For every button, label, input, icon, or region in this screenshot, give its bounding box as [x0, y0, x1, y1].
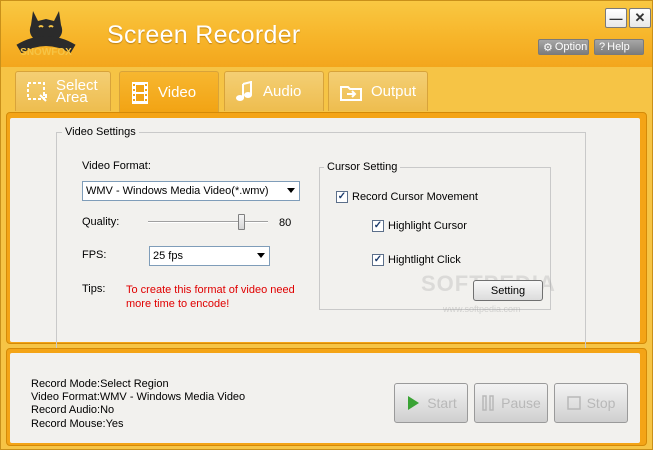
highlight-cursor-checkbox[interactable]: ✓ Highlight Cursor	[372, 220, 467, 232]
tab-video-label: Video	[158, 84, 197, 101]
option-label: Option	[554, 41, 588, 53]
start-label: Start	[427, 395, 457, 411]
tab-audio-label: Audio	[263, 83, 302, 100]
record-cursor-label: Record Cursor Movement	[352, 191, 478, 203]
chevron-down-icon	[287, 188, 295, 193]
play-icon	[408, 396, 420, 410]
minimize-icon: —	[609, 10, 623, 26]
status-record-mode: Record Mode:Select Region	[31, 378, 169, 390]
status-record-mouse: Record Mouse:Yes	[31, 417, 124, 430]
snowfox-logo: SNOWFOX	[16, 11, 76, 58]
option-button[interactable]: ⚙ Option	[538, 39, 589, 55]
app-window: SNOWFOX Screen Recorder — ✕ ⚙ Option ? H…	[0, 0, 653, 450]
cursor-setting-title: Cursor Setting	[324, 161, 401, 173]
question-icon: ?	[599, 41, 606, 53]
chevron-down-icon	[257, 253, 265, 258]
fps-label: FPS:	[82, 249, 107, 261]
tab-output[interactable]: Output	[328, 71, 428, 111]
output-folder-icon	[340, 85, 362, 101]
start-button[interactable]: Start	[394, 383, 468, 423]
quality-slider[interactable]	[148, 221, 268, 223]
minimize-button[interactable]: —	[605, 8, 627, 28]
stop-button[interactable]: Stop	[554, 383, 628, 423]
softpedia-watermark-url: www.softpedia.com	[443, 304, 521, 314]
svg-text:SNOWFOX: SNOWFOX	[20, 47, 72, 58]
tab-audio[interactable]: Audio	[224, 71, 324, 111]
music-note-icon	[236, 80, 252, 101]
fps-value: 25 fps	[153, 250, 183, 262]
pause-button[interactable]: Pause	[474, 383, 548, 423]
status-record-audio: Record Audio:No	[31, 404, 115, 417]
title-bar[interactable]: SNOWFOX Screen Recorder — ✕ ⚙ Option ? H…	[1, 1, 652, 67]
video-settings-title: Video Settings	[62, 126, 139, 138]
highlight-click-checkbox[interactable]: ✓ Hightlight Click	[372, 254, 461, 266]
select-area-icon	[27, 81, 47, 102]
highlight-click-label: Hightlight Click	[388, 254, 461, 266]
video-format-label: Video Format:	[82, 160, 151, 172]
tips-label: Tips:	[82, 283, 106, 295]
tab-video[interactable]: Video	[119, 71, 219, 113]
record-cursor-checkbox[interactable]: ✓ Record Cursor Movement	[336, 191, 478, 203]
cursor-setting-button[interactable]: Setting	[473, 280, 543, 301]
quality-value: 80	[279, 217, 292, 229]
tab-output-label: Output	[371, 83, 417, 100]
pause-icon	[482, 395, 494, 411]
video-format-select[interactable]: WMV - Windows Media Video(*.wmv)	[82, 181, 300, 201]
stop-icon	[566, 396, 581, 410]
help-label: Help	[607, 41, 630, 53]
status-video-format: Video Format:WMV - Windows Media Video	[31, 391, 246, 404]
gear-icon: ⚙	[543, 41, 553, 54]
pause-label: Pause	[501, 395, 541, 411]
stop-label: Stop	[586, 395, 616, 411]
checkmark-icon: ✓	[336, 191, 348, 203]
checkmark-icon: ✓	[372, 254, 384, 266]
tab-select-area[interactable]: Select Area	[15, 71, 111, 111]
close-button[interactable]: ✕	[629, 8, 651, 28]
fps-select[interactable]: 25 fps	[149, 246, 270, 266]
close-icon: ✕	[634, 10, 646, 25]
checkmark-icon: ✓	[372, 220, 384, 232]
tips-text: To create this format of video need more…	[126, 284, 295, 310]
quality-label: Quality:	[82, 216, 120, 228]
highlight-cursor-label: Highlight Cursor	[388, 220, 467, 232]
film-icon	[132, 81, 148, 104]
app-title: Screen Recorder	[107, 21, 301, 49]
status-summary: Record Mode:Select Region Video Format:W…	[31, 378, 245, 431]
help-button[interactable]: ? Help	[594, 39, 644, 55]
quality-slider-thumb[interactable]	[238, 214, 245, 230]
video-format-value: WMV - Windows Media Video(*.wmv)	[86, 185, 269, 197]
